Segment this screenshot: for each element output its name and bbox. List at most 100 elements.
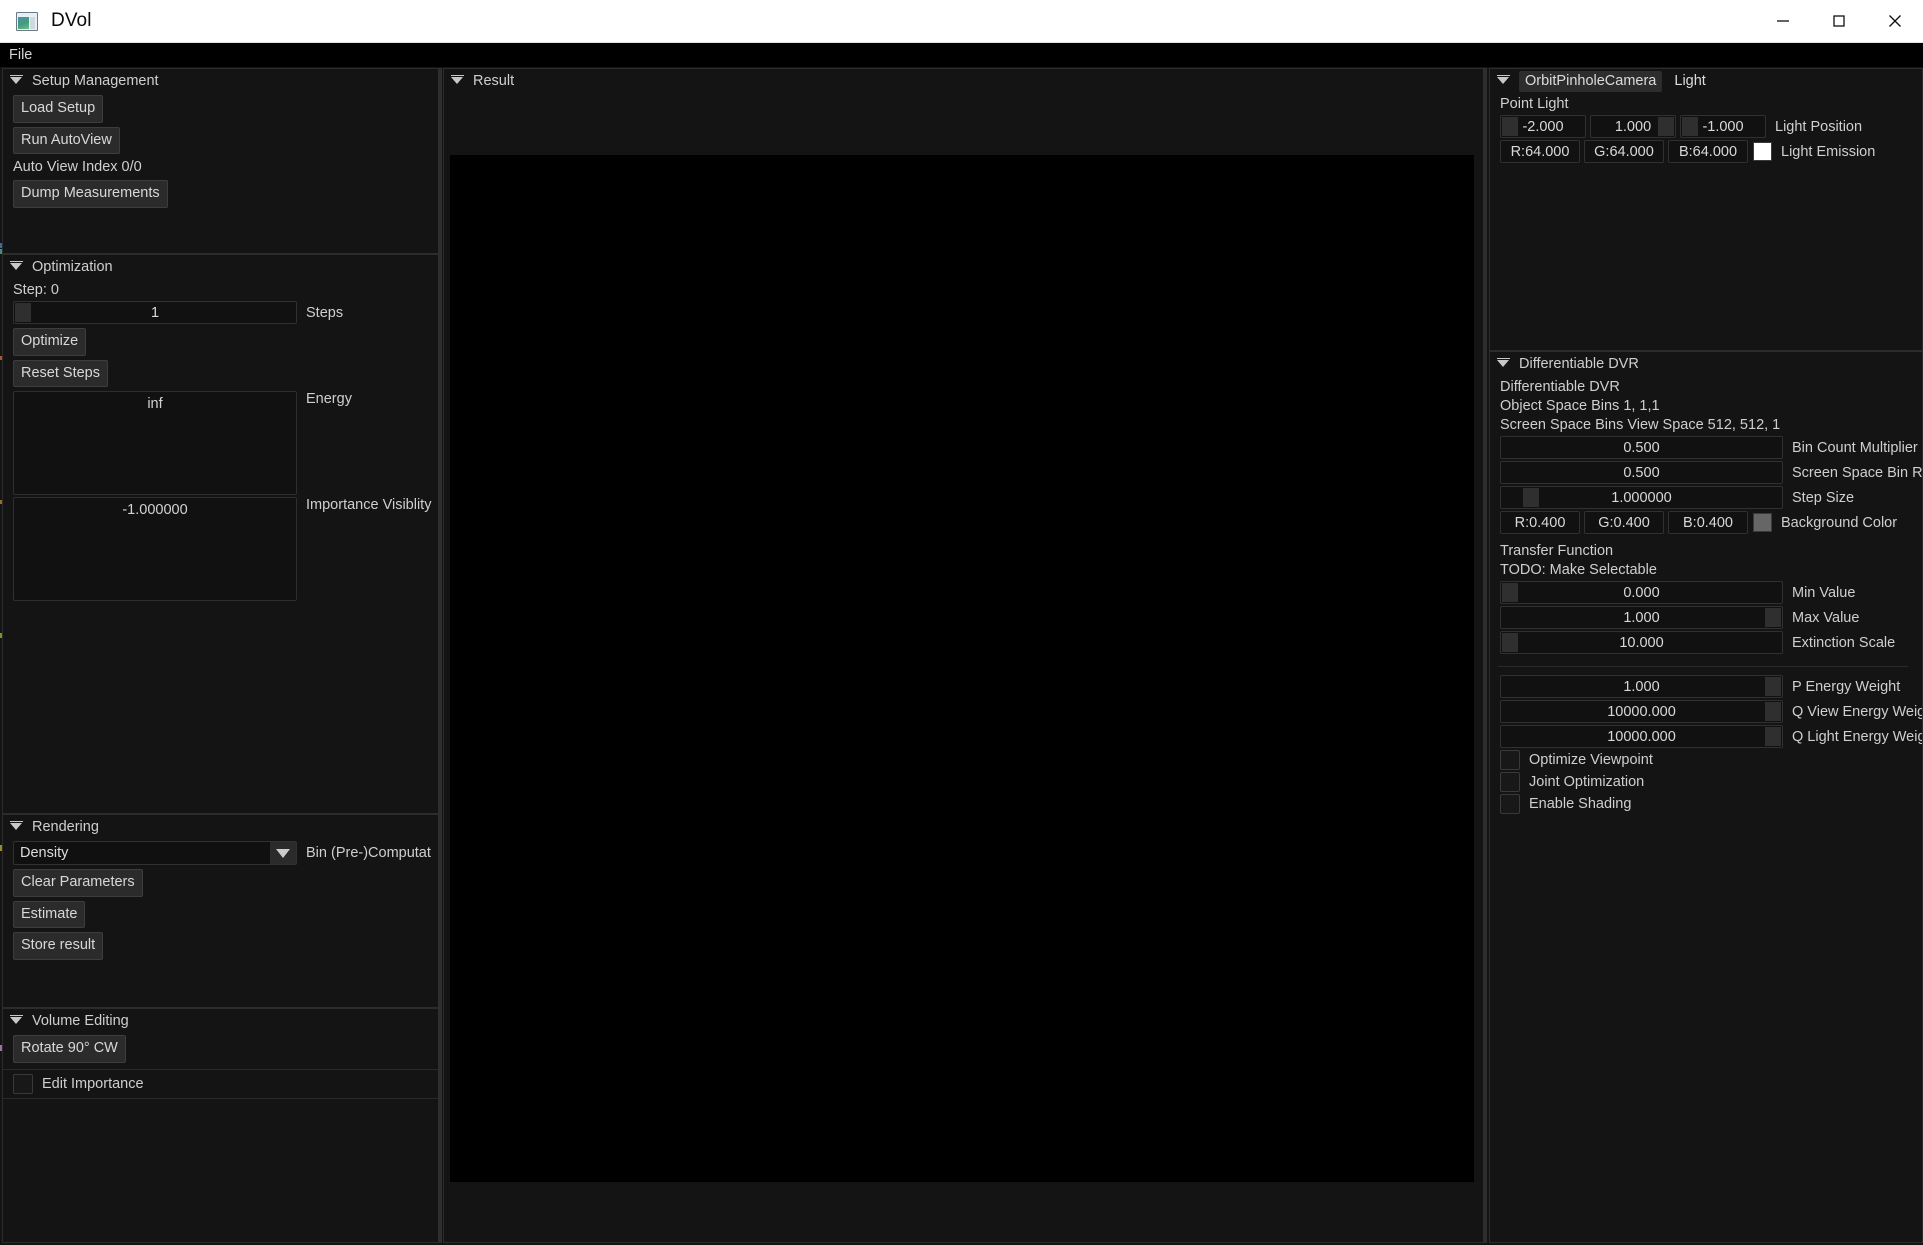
- tab-orbit-pinhole-camera[interactable]: OrbitPinholeCamera: [1519, 70, 1663, 92]
- step-size-row: 1.000000 Step Size: [1500, 486, 1922, 509]
- energy-value: inf: [147, 396, 163, 412]
- estimate-button[interactable]: Estimate: [13, 900, 86, 928]
- menu-bar: File: [0, 43, 1923, 67]
- chevron-down-icon[interactable]: [1497, 357, 1510, 371]
- light-position-x-slider[interactable]: -2.000: [1500, 115, 1586, 138]
- p-energy-weight-row: 1.000 P Energy Weight: [1500, 675, 1922, 698]
- background-color-swatch[interactable]: [1753, 513, 1772, 532]
- load-setup-button[interactable]: Load Setup: [13, 95, 104, 123]
- minimize-icon[interactable]: [1755, 0, 1811, 43]
- enable-shading-checkbox[interactable]: [1500, 794, 1520, 814]
- steps-slider[interactable]: 1: [13, 301, 297, 324]
- light-position-z-handle[interactable]: [1682, 117, 1698, 136]
- steps-slider-handle[interactable]: [15, 303, 31, 322]
- step-size-slider[interactable]: 1.000000: [1500, 486, 1783, 509]
- chevron-down-icon[interactable]: [1497, 74, 1510, 88]
- bin-precompute-value: Density: [20, 845, 69, 861]
- importance-visibility-row: -1.000000 Importance Visiblity: [13, 497, 441, 601]
- run-autoview-button[interactable]: Run AutoView: [13, 126, 120, 154]
- panel-header-rendering[interactable]: Rendering: [3, 815, 441, 839]
- max-value-handle[interactable]: [1765, 608, 1781, 627]
- extinction-scale-label: Extinction Scale: [1792, 634, 1896, 651]
- max-value-slider[interactable]: 1.000: [1500, 606, 1783, 629]
- panel-header-camera-light[interactable]: OrbitPinholeCamera Light: [1490, 69, 1922, 93]
- light-emission-label: Light Emission: [1781, 143, 1876, 160]
- p-energy-weight-handle[interactable]: [1765, 677, 1781, 696]
- panel-body-camera-light: Point Light -2.000 1.000 -1.000 Light Po…: [1490, 96, 1922, 163]
- light-position-z-slider[interactable]: -1.000: [1680, 115, 1766, 138]
- q-view-energy-weight-slider[interactable]: 10000.000: [1500, 700, 1783, 723]
- background-color-g-slider[interactable]: G:0.400: [1584, 511, 1664, 534]
- panel-header-result[interactable]: Result: [444, 69, 1485, 93]
- panel-optimization: Optimization Step: 0 1 Steps Optimize Re…: [2, 254, 442, 814]
- dump-measurements-button[interactable]: Dump Measurements: [13, 180, 168, 208]
- q-view-energy-weight-handle[interactable]: [1765, 702, 1781, 721]
- chevron-down-icon[interactable]: [10, 74, 23, 88]
- tab-light[interactable]: Light: [1668, 71, 1711, 92]
- light-emission-r-slider[interactable]: R:64.000: [1500, 140, 1580, 163]
- optimize-viewpoint-checkbox[interactable]: [1500, 750, 1520, 770]
- light-position-label: Light Position: [1775, 118, 1863, 135]
- extinction-scale-handle[interactable]: [1502, 633, 1518, 652]
- importance-visibility-plot[interactable]: -1.000000: [13, 497, 297, 601]
- bin-count-multiplier-slider[interactable]: 0.500: [1500, 436, 1783, 459]
- p-energy-weight-value: 1.000: [1623, 678, 1660, 695]
- screen-space-bins-label: Screen Space Bins View Space 512, 512, 1: [1500, 417, 1781, 433]
- steps-value: 1: [150, 304, 160, 321]
- panel-header-differentiable-dvr[interactable]: Differentiable DVR: [1490, 352, 1922, 376]
- background-color-b-slider[interactable]: B:0.400: [1668, 511, 1748, 534]
- panel-header-volume-editing[interactable]: Volume Editing: [3, 1009, 441, 1033]
- optimize-button[interactable]: Optimize: [13, 328, 87, 356]
- panel-title-volume-editing: Volume Editing: [32, 1013, 129, 1029]
- render-viewport[interactable]: [450, 155, 1474, 1182]
- close-icon[interactable]: [1867, 0, 1923, 43]
- q-light-energy-weight-slider[interactable]: 10000.000: [1500, 725, 1783, 748]
- light-emission-g-slider[interactable]: G:64.000: [1584, 140, 1664, 163]
- min-value-slider[interactable]: 0.000: [1500, 581, 1783, 604]
- min-value-label: Min Value: [1792, 584, 1856, 601]
- chevron-down-icon[interactable]: [10, 260, 23, 274]
- step-size-label: Step Size: [1792, 489, 1855, 506]
- splitter-left[interactable]: [438, 68, 442, 1243]
- light-position-x-value: -2.000: [1522, 118, 1564, 135]
- light-position-y-handle[interactable]: [1658, 117, 1674, 136]
- app-window-icon: [16, 11, 38, 31]
- bin-count-multiplier-row: 0.500 Bin Count Multiplier: [1500, 436, 1922, 459]
- menu-item-file[interactable]: File: [0, 43, 41, 67]
- point-light-heading: Point Light: [1500, 96, 1569, 112]
- panel-title-differentiable-dvr: Differentiable DVR: [1519, 356, 1639, 372]
- background-color-r-slider[interactable]: R:0.400: [1500, 511, 1580, 534]
- chevron-down-icon[interactable]: [10, 1014, 23, 1028]
- chevron-down-icon[interactable]: [451, 74, 464, 88]
- min-value-handle[interactable]: [1502, 583, 1518, 602]
- step-size-handle[interactable]: [1523, 488, 1539, 507]
- light-position-x-handle[interactable]: [1502, 117, 1518, 136]
- splitter-right[interactable]: [1483, 68, 1487, 1243]
- store-result-button[interactable]: Store result: [13, 932, 104, 960]
- panel-header-optimization[interactable]: Optimization: [3, 255, 441, 279]
- edit-importance-checkbox[interactable]: [13, 1073, 33, 1094]
- p-energy-weight-slider[interactable]: 1.000: [1500, 675, 1783, 698]
- bin-precompute-select[interactable]: Density: [13, 841, 297, 865]
- chevron-down-icon[interactable]: [270, 842, 296, 864]
- reset-steps-button[interactable]: Reset Steps: [13, 359, 108, 387]
- rotate-90-cw-button[interactable]: Rotate 90° CW: [13, 1035, 126, 1063]
- panel-header-setup-management[interactable]: Setup Management: [3, 69, 441, 93]
- panel-title-optimization: Optimization: [32, 259, 113, 275]
- importance-visibility-label: Importance Visiblity: [306, 497, 432, 513]
- screen-space-bin-r-slider[interactable]: 0.500: [1500, 461, 1783, 484]
- light-emission-color-swatch[interactable]: [1753, 142, 1772, 161]
- chevron-down-icon[interactable]: [10, 820, 23, 834]
- clear-parameters-button[interactable]: Clear Parameters: [13, 869, 143, 897]
- object-space-bins-label: Object Space Bins 1, 1,1: [1500, 398, 1660, 414]
- edit-importance-label: Edit Importance: [42, 1075, 144, 1092]
- transfer-function-todo: TODO: Make Selectable: [1500, 562, 1657, 578]
- maximize-icon[interactable]: [1811, 0, 1867, 43]
- light-emission-b-slider[interactable]: B:64.000: [1668, 140, 1748, 163]
- extinction-scale-slider[interactable]: 10.000: [1500, 631, 1783, 654]
- light-position-y-slider[interactable]: 1.000: [1590, 115, 1676, 138]
- light-emission-r-value: R:64.000: [1510, 143, 1570, 160]
- joint-optimization-checkbox[interactable]: [1500, 772, 1520, 792]
- q-light-energy-weight-handle[interactable]: [1765, 727, 1781, 746]
- energy-plot[interactable]: inf: [13, 391, 297, 495]
